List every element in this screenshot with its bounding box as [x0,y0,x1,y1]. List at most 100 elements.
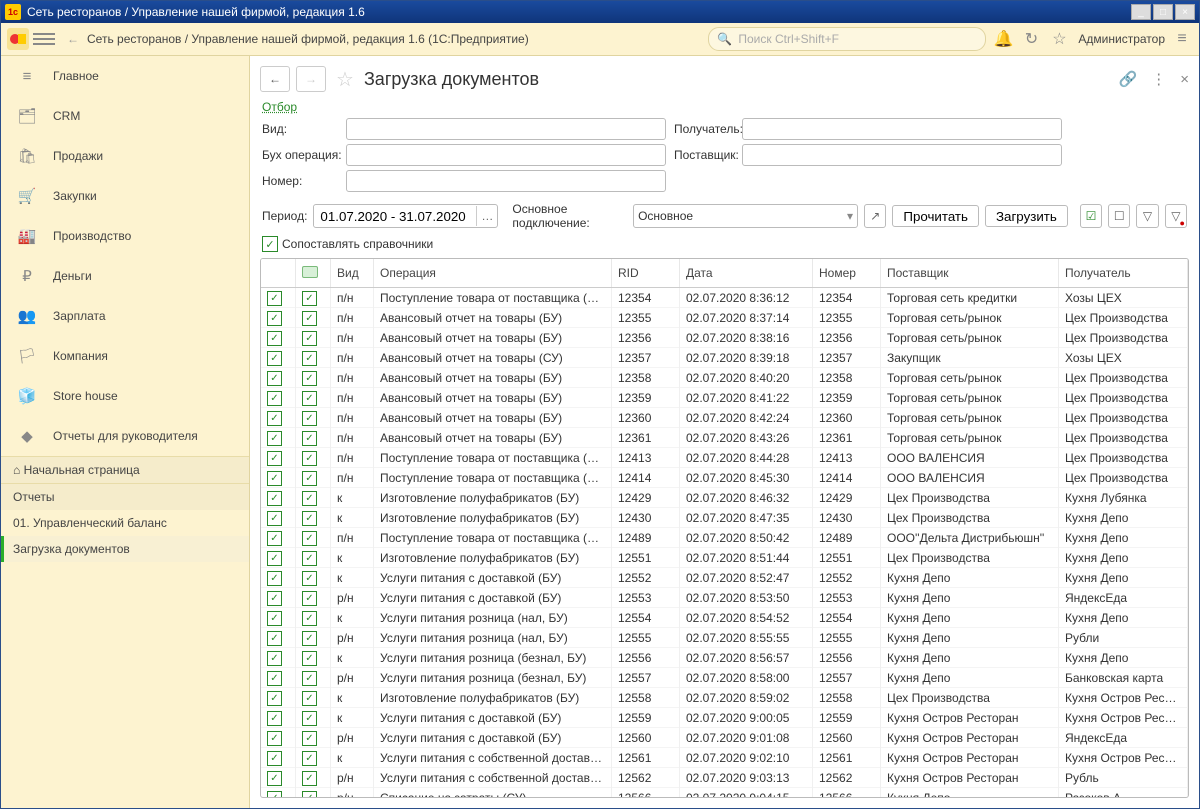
row-checkbox[interactable]: ✓ [267,551,282,566]
filter-link[interactable]: Отбор [262,98,1187,116]
table-row[interactable]: ✓✓кУслуги питания с собственной доставко… [261,748,1188,768]
row-checkbox-2[interactable]: ✓ [302,351,317,366]
row-checkbox-2[interactable]: ✓ [302,511,317,526]
row-checkbox-2[interactable]: ✓ [302,331,317,346]
row-checkbox[interactable]: ✓ [267,671,282,686]
oper-input[interactable] [346,144,666,166]
table-row[interactable]: ✓✓кИзготовление полуфабрикатов (БУ)12558… [261,688,1188,708]
table-row[interactable]: ✓✓п/нАвансовый отчет на товары (СУ)12357… [261,348,1188,368]
table-row[interactable]: ✓✓п/нАвансовый отчет на товары (БУ)12361… [261,428,1188,448]
conn-open-button[interactable]: ↗ [864,204,886,228]
table-row[interactable]: ✓✓р/нУслуги питания розница (безнал, БУ)… [261,668,1188,688]
row-checkbox[interactable]: ✓ [267,771,282,786]
table-row[interactable]: ✓✓п/нПоступление товара от поставщика (Б… [261,448,1188,468]
row-checkbox-2[interactable]: ✓ [302,691,317,706]
back-arrow-icon[interactable]: ← [63,29,83,49]
row-checkbox-2[interactable]: ✓ [302,571,317,586]
row-checkbox-2[interactable]: ✓ [302,651,317,666]
user-label[interactable]: Администратор [1078,32,1165,46]
table-row[interactable]: ✓✓кУслуги питания розница (безнал, БУ)12… [261,648,1188,668]
col-header-8[interactable]: Получатель [1059,259,1188,288]
search-input[interactable]: 🔍 Поиск Ctrl+Shift+F [708,27,986,51]
col-header-2[interactable]: Вид [331,259,374,288]
check-all-button[interactable]: ☑ [1080,204,1102,228]
row-checkbox-2[interactable]: ✓ [302,671,317,686]
row-checkbox-2[interactable]: ✓ [302,591,317,606]
read-button[interactable]: Прочитать [892,205,979,227]
table-row[interactable]: ✓✓п/нАвансовый отчет на товары (БУ)12358… [261,368,1188,388]
row-checkbox[interactable]: ✓ [267,351,282,366]
table-row[interactable]: ✓✓п/нПоступление товара от поставщика (Б… [261,528,1188,548]
table-row[interactable]: ✓✓кУслуги питания с доставкой (БУ)125590… [261,708,1188,728]
row-checkbox[interactable]: ✓ [267,391,282,406]
row-checkbox[interactable]: ✓ [267,531,282,546]
more-icon[interactable]: ≡ [1171,28,1193,50]
row-checkbox[interactable]: ✓ [267,451,282,466]
table-row[interactable]: ✓✓кИзготовление полуфабрикатов (БУ)12429… [261,488,1188,508]
row-checkbox[interactable]: ✓ [267,751,282,766]
sidebar-item-8[interactable]: 🧊Store house [1,376,249,416]
load-button[interactable]: Загрузить [985,205,1068,227]
star-icon[interactable]: ☆ [1048,28,1070,50]
row-checkbox-2[interactable]: ✓ [302,391,317,406]
row-checkbox-2[interactable]: ✓ [302,791,317,798]
col-header-7[interactable]: Поставщик [881,259,1059,288]
clear-filter-button[interactable]: ▽● [1165,204,1187,228]
row-checkbox-2[interactable]: ✓ [302,471,317,486]
row-checkbox-2[interactable]: ✓ [302,311,317,326]
sidebar-sub-1[interactable]: Загрузка документов [1,536,249,562]
table-row[interactable]: ✓✓п/нАвансовый отчет на товары (БУ)12360… [261,408,1188,428]
row-checkbox[interactable]: ✓ [267,611,282,626]
nav-forward-button[interactable]: → [296,66,326,92]
table-row[interactable]: ✓✓р/нУслуги питания с собственной достав… [261,768,1188,788]
row-checkbox[interactable]: ✓ [267,651,282,666]
row-checkbox[interactable]: ✓ [267,711,282,726]
row-checkbox[interactable]: ✓ [267,631,282,646]
col-header-4[interactable]: RID [612,259,680,288]
row-checkbox[interactable]: ✓ [267,731,282,746]
sidebar-item-3[interactable]: 🛒Закупки [1,176,249,216]
sidebar-home[interactable]: ⌂ Начальная страница [1,456,249,483]
row-checkbox[interactable]: ✓ [267,471,282,486]
num-input[interactable] [346,170,666,192]
close-button[interactable]: × [1175,4,1195,20]
uncheck-all-button[interactable]: ☐ [1108,204,1130,228]
row-checkbox-2[interactable]: ✓ [302,731,317,746]
row-checkbox-2[interactable]: ✓ [302,611,317,626]
row-checkbox[interactable]: ✓ [267,291,282,306]
row-checkbox[interactable]: ✓ [267,431,282,446]
sidebar-item-9[interactable]: ◆Отчеты для руководителя [1,416,249,456]
row-checkbox[interactable]: ✓ [267,331,282,346]
table-row[interactable]: ✓✓п/нАвансовый отчет на товары (БУ)12356… [261,328,1188,348]
vid-input[interactable] [346,118,666,140]
nav-back-button[interactable]: ← [260,66,290,92]
row-checkbox[interactable]: ✓ [267,791,282,798]
table-row[interactable]: ✓✓п/нАвансовый отчет на товары (БУ)12359… [261,388,1188,408]
sidebar-item-1[interactable]: 🗂CRM [1,96,249,136]
favorite-icon[interactable]: ☆ [336,67,354,92]
sidebar-reports-label[interactable]: Отчеты [1,483,249,510]
supplier-input[interactable] [742,144,1062,166]
minimize-button[interactable]: _ [1131,4,1151,20]
row-checkbox-2[interactable]: ✓ [302,551,317,566]
row-checkbox-2[interactable]: ✓ [302,631,317,646]
col-header-5[interactable]: Дата [680,259,813,288]
row-checkbox[interactable]: ✓ [267,371,282,386]
table-row[interactable]: ✓✓кУслуги питания с доставкой (БУ)125520… [261,568,1188,588]
table-row[interactable]: ✓✓р/нУслуги питания с доставкой (БУ)1256… [261,728,1188,748]
period-field[interactable]: … [313,204,498,228]
connection-select[interactable]: Основное ▾ [633,204,858,228]
row-checkbox[interactable]: ✓ [267,311,282,326]
sidebar-item-6[interactable]: 👥Зарплата [1,296,249,336]
bell-icon[interactable]: 🔔 [992,28,1014,50]
row-checkbox[interactable]: ✓ [267,691,282,706]
table-row[interactable]: ✓✓кИзготовление полуфабрикатов (БУ)12430… [261,508,1188,528]
row-checkbox-2[interactable]: ✓ [302,431,317,446]
table-row[interactable]: ✓✓р/нУслуги питания с доставкой (БУ)1255… [261,588,1188,608]
table-row[interactable]: ✓✓кИзготовление полуфабрикатов (БУ)12551… [261,548,1188,568]
filter-button[interactable]: ▽ [1136,204,1158,228]
row-checkbox[interactable]: ✓ [267,411,282,426]
sidebar-item-5[interactable]: ₽Деньги [1,256,249,296]
match-directories-checkbox[interactable]: ✓ [262,236,278,252]
close-page-icon[interactable]: × [1180,71,1189,88]
